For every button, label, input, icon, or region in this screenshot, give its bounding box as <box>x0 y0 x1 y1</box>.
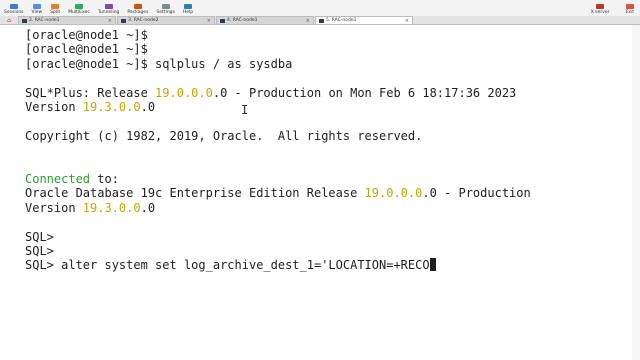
terminal-text-segment: SQL> <box>25 229 54 244</box>
settings-icon <box>161 4 170 9</box>
split-button[interactable]: Split <box>48 0 62 16</box>
session-tab-bar: ⌂ 2. RAC-node1 × 3. RAC-node2 × 4. RAC-node1… <box>0 16 640 25</box>
tab-label: 3. RAC-node2 <box>128 18 159 23</box>
terminal-text-segment: SQL> <box>25 244 54 258</box>
split-icon <box>51 4 60 9</box>
terminal-text-segment: Connected <box>25 172 91 186</box>
exit-button[interactable]: Exit <box>623 0 636 16</box>
toolbar-left-group: Sessions View Split MultiExec Tunneling Packa… <box>0 0 199 16</box>
tab-close-icon[interactable]: × <box>207 18 211 24</box>
home-icon: ⌂ <box>7 16 11 24</box>
terminal-icon <box>319 18 324 23</box>
terminal-text-segment: [oracle@node1 ~]$ <box>25 42 148 57</box>
terminal-text-segment: 19.3.0.0 <box>82 200 141 215</box>
x-server-icon <box>596 4 605 9</box>
terminal-line: [oracle@node1 ~]$ <box>25 28 148 42</box>
toolbar-right-group: X server Exit <box>577 0 636 16</box>
terminal-text-segment: [oracle@node1 ~]$ sqlplus / as sysdba <box>25 56 293 71</box>
terminal-line: SQL> <box>25 244 54 258</box>
session-tab[interactable]: 5. RAC-node1 × <box>315 16 413 24</box>
terminal-text-segment: 19.0.0.0 <box>155 85 213 100</box>
view-button[interactable]: View <box>30 0 45 16</box>
terminal-line: Oracle Database 19c Enterprise Edition R… <box>25 186 531 200</box>
terminal-cursor <box>429 258 436 272</box>
terminal-text-segment: .0 <box>140 100 156 114</box>
help-button[interactable]: Help <box>181 0 195 16</box>
terminal-line: Version 19.3.0.0.0 <box>25 100 155 114</box>
terminal-text-segment: Version <box>25 200 83 215</box>
tab-label: 2. RAC-node1 <box>29 18 60 23</box>
tab-label: 5. RAC-node1 <box>326 18 357 23</box>
help-icon <box>184 4 193 9</box>
terminal-text-segment: .0 <box>140 200 156 215</box>
terminal-line: SQL*Plus: Release 19.0.0.0.0 - Productio… <box>25 86 516 100</box>
terminal-icon <box>121 18 126 23</box>
terminal-line: Version 19.3.0.0.0 <box>25 201 155 215</box>
tab-label-group: 2. RAC-node1 <box>22 18 60 23</box>
terminal-text-segment: 19.0.0.0 <box>364 186 423 201</box>
terminal-text-segment: SQL> alter system set log_archive_dest_1… <box>25 258 430 273</box>
home-tab[interactable]: ⌂ <box>0 16 18 24</box>
tunneling-icon <box>104 4 113 9</box>
tab-close-icon[interactable]: × <box>108 18 112 24</box>
tab-close-icon[interactable]: × <box>405 18 409 24</box>
terminal-line: SQL> <box>25 230 54 244</box>
settings-button[interactable]: Settings <box>154 0 176 16</box>
terminal-icon <box>220 18 225 23</box>
exit-icon <box>625 4 634 9</box>
terminal-text-segment: Copyright (c) 1982, 2019, Oracle. All ri… <box>25 128 423 143</box>
terminal-line: Connected to: <box>25 172 119 186</box>
terminal-text-segment: SQL*Plus: Release <box>25 85 156 100</box>
multiexec-icon <box>75 4 83 9</box>
packages-button[interactable]: Packages <box>125 0 150 16</box>
main-toolbar: Sessions View Split MultiExec Tunneling Packa… <box>0 0 640 16</box>
x-server-button[interactable]: X server <box>589 0 612 16</box>
tab-close-icon[interactable]: × <box>306 18 310 24</box>
tab-label-group: 5. RAC-node1 <box>319 18 357 23</box>
terminal-icon <box>22 18 27 23</box>
terminal-line: [oracle@node1 ~]$ sqlplus / as sysdba <box>25 57 292 71</box>
terminal-text-segment: [oracle@node1 ~]$ <box>25 28 148 42</box>
sessions-icon <box>9 4 18 9</box>
terminal-text-segment: Oracle Database 19c Enterprise Edition R… <box>25 186 365 201</box>
terminal-line: [oracle@node1 ~]$ <box>25 42 148 56</box>
terminal-text-segment: 19.3.0.0 <box>82 100 141 114</box>
text-cursor-ibeam-icon: I <box>241 103 249 117</box>
terminal-text-segment: Version <box>25 100 83 114</box>
terminal-line: SQL> alter system set log_archive_dest_1… <box>25 258 436 272</box>
tab-label-group: 4. RAC-node1 <box>220 18 258 23</box>
terminal-text-segment: to: <box>90 172 119 186</box>
terminal-text-segment: .0 - Production on Mon Feb 6 18:17:36 20… <box>212 85 517 100</box>
tab-label-group: 3. RAC-node2 <box>121 18 159 23</box>
tab-list: 2. RAC-node1 × 3. RAC-node2 × 4. RAC-node1 × 5… <box>18 16 414 24</box>
terminal-text-segment: .0 - Production <box>422 186 531 201</box>
tunneling-button[interactable]: Tunneling <box>96 0 122 16</box>
tab-label: 4. RAC-node1 <box>227 18 258 23</box>
session-tab[interactable]: 4. RAC-node1 × <box>216 16 314 24</box>
terminal-pane[interactable]: [oracle@node1 ~]$ [oracle@node1 ~]$ [oracl… <box>0 25 640 360</box>
sessions-button[interactable]: Sessions <box>2 0 26 16</box>
terminal-line: Copyright (c) 1982, 2019, Oracle. All ri… <box>25 129 422 143</box>
session-tab[interactable]: 2. RAC-node1 × <box>18 16 116 24</box>
multiexec-button[interactable]: MultiExec <box>66 0 92 16</box>
session-tab[interactable]: 3. RAC-node2 × <box>117 16 215 24</box>
terminal-scrollbar[interactable] <box>632 25 640 360</box>
packages-icon <box>133 4 142 9</box>
view-icon <box>32 4 41 9</box>
